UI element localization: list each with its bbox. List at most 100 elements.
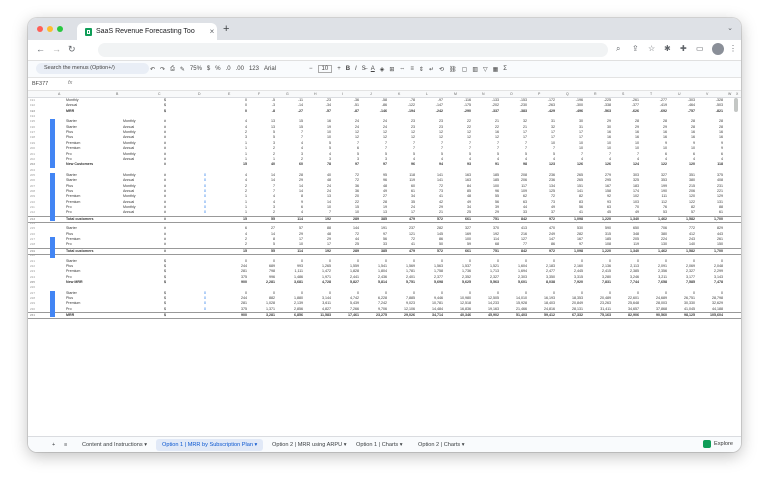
close-window-dot[interactable] [37, 26, 43, 32]
cell-value[interactable]: 3,281 [261, 313, 275, 318]
new-tab-button[interactable]: + [223, 23, 229, 35]
cell-value[interactable]: 90,560 [653, 313, 667, 318]
vertical-scrollbar[interactable] [734, 98, 738, 112]
column-header-o[interactable]: O [510, 91, 513, 97]
cell-value[interactable]: 34,714 [429, 313, 443, 318]
print-icon[interactable]: ⎙ [170, 66, 175, 73]
reload-button[interactable]: ↻ [68, 44, 76, 55]
zoom-icon[interactable]: ⌕ [616, 44, 620, 54]
column-header-w[interactable]: W [728, 91, 731, 97]
column-header-k[interactable]: K [398, 91, 400, 97]
functions-icon[interactable]: Σ [503, 66, 507, 72]
column-header-j[interactable]: J [370, 91, 372, 97]
comment-icon[interactable]: ▢ [462, 66, 468, 73]
sheet-tab[interactable]: Option 2 | MRR using ARPU ▾ [266, 439, 353, 451]
column-header-d[interactable]: D [198, 91, 201, 97]
cell-value[interactable]: 17,461 [345, 313, 359, 318]
font-size-decrease-button[interactable]: − [309, 66, 313, 72]
undo-icon[interactable]: ↶ [150, 66, 155, 73]
sheet-tab[interactable]: Option 1 | MRR by Subscription Plan ▾ [156, 439, 264, 451]
cell-value[interactable]: 23,275 [373, 313, 387, 318]
bookmark-star-icon[interactable]: ☆ [648, 44, 655, 53]
zoom-select[interactable]: 75% [190, 66, 202, 72]
valign-icon[interactable]: ⇕ [419, 66, 424, 73]
percent-format-button[interactable]: % [215, 66, 220, 72]
chart-icon[interactable]: ▥ [472, 66, 478, 73]
share-icon[interactable]: ⇪ [632, 44, 639, 53]
column-header-l[interactable]: L [426, 91, 428, 97]
cell-value[interactable]: 900 [233, 313, 247, 318]
cell-value[interactable]: 98,125 [681, 313, 695, 318]
number-format-button[interactable]: 123 [249, 66, 259, 72]
address-bar[interactable] [98, 43, 608, 57]
column-header-t[interactable]: T [650, 91, 652, 97]
column-header-n[interactable]: N [482, 91, 485, 97]
link-icon[interactable]: ⛓ [449, 66, 457, 73]
sheet-tab[interactable]: Option 2 | Charts ▾ [412, 439, 471, 451]
rotate-icon[interactable]: ⟲ [439, 66, 444, 73]
italic-button[interactable]: I [355, 66, 357, 72]
column-header-r[interactable]: R [594, 91, 597, 97]
paint-format-icon[interactable]: ✎ [180, 66, 185, 73]
merge-icon[interactable]: ⇔ [399, 66, 405, 72]
column-header-q[interactable]: Q [566, 91, 569, 97]
cell-value[interactable]: 59,412 [541, 313, 555, 318]
column-header-a[interactable]: A [58, 91, 60, 97]
filter-icon[interactable]: ▽ [483, 66, 488, 73]
tab-close-icon[interactable]: × [207, 27, 217, 36]
font-select[interactable]: Arial [264, 66, 304, 72]
cell-value[interactable]: 82,906 [625, 313, 639, 318]
column-header-h[interactable]: H [314, 91, 317, 97]
name-box[interactable]: BF377 [32, 80, 52, 88]
borders-icon[interactable]: ⊞ [389, 66, 394, 73]
filter-views-icon[interactable]: ▦ [493, 66, 499, 73]
column-header-c[interactable]: C [158, 91, 161, 97]
menu-search-input[interactable]: Search the menus (Option+/) [36, 63, 149, 74]
column-header-g[interactable]: G [286, 91, 289, 97]
cell-value[interactable]: 75,163 [597, 313, 611, 318]
font-size-increase-button[interactable]: + [337, 66, 341, 72]
bold-button[interactable]: B [346, 66, 350, 72]
browser-tab[interactable]: SaaS Revenue Forecasting Too × [77, 23, 217, 40]
fill-color-icon[interactable]: ◈ [380, 66, 385, 73]
column-header-u[interactable]: U [678, 91, 681, 97]
back-button[interactable]: ← [36, 44, 45, 54]
sheet-tab[interactable]: Option 1 | Charts ▾ [350, 439, 409, 451]
text-color-button[interactable]: A [371, 66, 375, 72]
decrease-decimal-button[interactable]: .0 [226, 66, 231, 72]
browser-menu-icon[interactable]: ⋮ [729, 44, 737, 53]
column-header-e[interactable]: E [228, 91, 230, 97]
column-header-i[interactable]: I [342, 91, 343, 97]
explore-button[interactable]: Explore [703, 440, 733, 448]
font-size-input[interactable]: 10 [317, 65, 333, 73]
redo-icon[interactable]: ↷ [160, 66, 165, 73]
all-sheets-button[interactable]: ≡ [58, 439, 73, 451]
align-icon[interactable]: ≡ [410, 66, 414, 72]
column-header-f[interactable]: F [258, 91, 260, 97]
tab-search-icon[interactable]: ⌄ [727, 24, 733, 32]
column-header-s[interactable]: S [622, 91, 624, 97]
strikethrough-icon[interactable]: S̶ [362, 66, 366, 72]
maximize-window-dot[interactable] [57, 26, 63, 32]
column-header-p[interactable]: P [538, 91, 540, 97]
column-header-x[interactable]: X [736, 91, 738, 97]
cell-value[interactable]: 40,346 [457, 313, 471, 318]
currency-format-button[interactable]: $ [207, 66, 210, 72]
sheet-tab[interactable]: Content and Instructions ▾ [76, 439, 153, 451]
cell-value[interactable]: 29,026 [401, 313, 415, 318]
cell-value[interactable]: 45,902 [485, 313, 499, 318]
profile-avatar[interactable] [712, 43, 724, 55]
spreadsheet-grid[interactable]: ABCDEFGHIJKLMNOPQRSTUVWX 191 Monthly $0 -5-… [28, 91, 741, 374]
column-header-m[interactable]: M [454, 91, 457, 97]
column-header-b[interactable]: B [116, 91, 118, 97]
increase-decimal-button[interactable]: .00 [236, 66, 244, 72]
table-row[interactable]: 231 MRR $900 3,281 6,856 11,583 17,461 23,275 29… [28, 312, 741, 320]
cell-value[interactable]: 11,583 [317, 313, 331, 318]
cell-value[interactable]: 51,403 [513, 313, 527, 318]
minimize-window-dot[interactable] [47, 26, 53, 32]
wrap-icon[interactable]: ↵ [429, 66, 434, 73]
cell-value[interactable]: 67,332 [569, 313, 583, 318]
extension-icon[interactable]: ✱ [664, 44, 671, 53]
cell-value[interactable]: 6,856 [289, 313, 303, 318]
extensions-puzzle-icon[interactable]: ✚ [680, 44, 687, 53]
